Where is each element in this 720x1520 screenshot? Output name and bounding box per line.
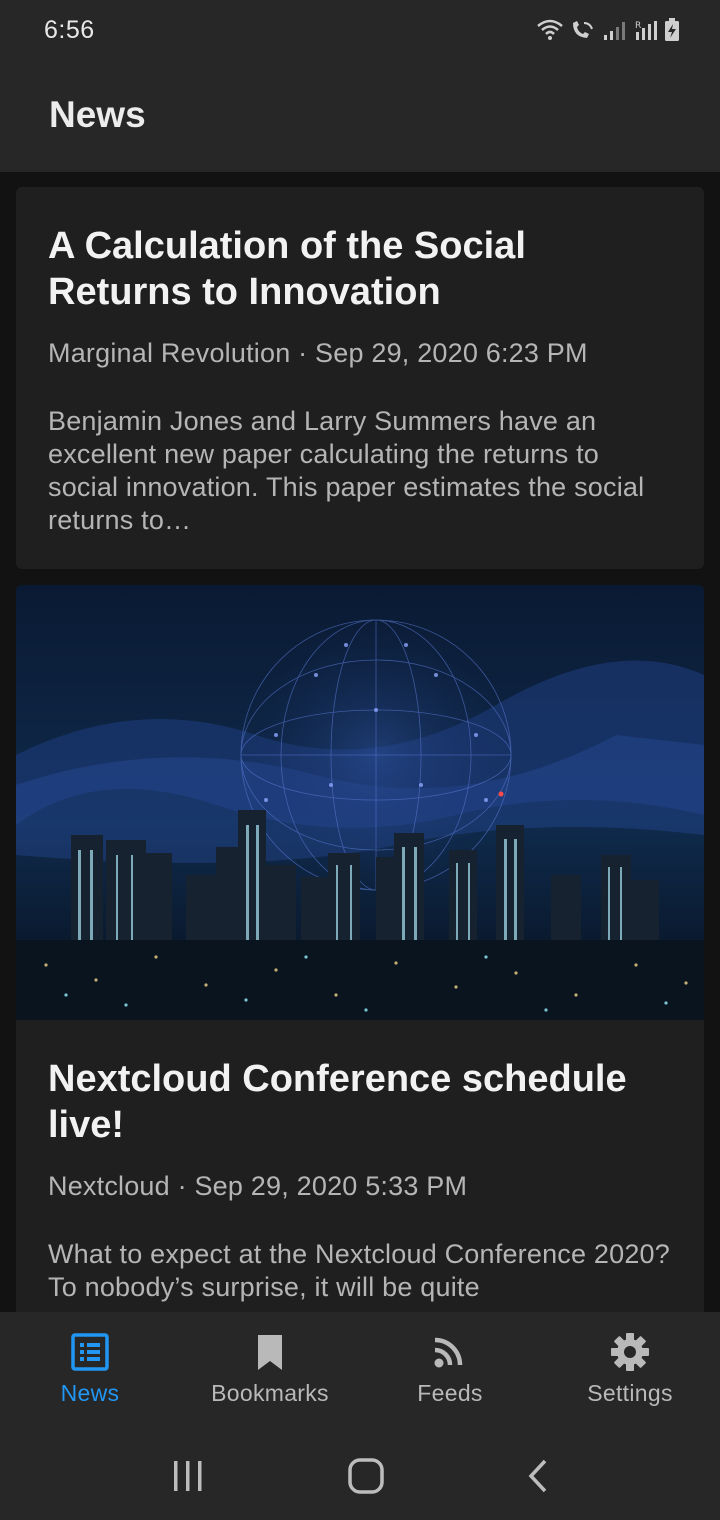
wifi-icon: [537, 19, 563, 40]
svg-text:R: R: [635, 21, 641, 31]
article-card[interactable]: Nextcloud Conference schedule live! Next…: [16, 585, 704, 1336]
signal-icon: [604, 22, 625, 40]
nav-label: Bookmarks: [211, 1380, 329, 1406]
nav-item-settings[interactable]: Settings: [540, 1312, 720, 1432]
battery-charging-icon: [665, 18, 679, 41]
article-card[interactable]: A Calculation of the Social Returns to I…: [16, 187, 704, 569]
roaming-signal-icon: R: [635, 21, 657, 40]
status-time: 6:56: [44, 15, 95, 44]
article-meta: Marginal Revolution · Sep 29, 2020 6:23 …: [48, 338, 588, 368]
article-card-body: A Calculation of the Social Returns to I…: [16, 187, 704, 569]
page-title: News: [49, 94, 146, 135]
article-title[interactable]: Nextcloud Conference schedule live!: [48, 1056, 672, 1148]
article-title[interactable]: A Calculation of the Social Returns to I…: [48, 223, 672, 315]
article-thumbnail[interactable]: [16, 585, 704, 1020]
article-summary: Benjamin Jones and Larry Summers have an…: [48, 406, 645, 535]
article-feed[interactable]: A Calculation of the Social Returns to I…: [16, 187, 704, 1352]
rss-feed-icon: [434, 1337, 463, 1368]
status-bar: 6:56 R: [0, 0, 720, 60]
back-icon[interactable]: [526, 1458, 550, 1494]
article-summary: What to expect at the Nextcloud Conferen…: [48, 1239, 670, 1302]
nav-label: Feeds: [417, 1380, 483, 1406]
gear-icon: [611, 1333, 649, 1371]
bottom-navigation: News Bookmarks Feeds Settings: [0, 1312, 720, 1432]
system-navigation-bar: [0, 1432, 720, 1520]
wifi-calling-icon: [573, 21, 593, 38]
nav-item-bookmarks[interactable]: Bookmarks: [180, 1312, 360, 1432]
nav-item-news[interactable]: News: [0, 1312, 180, 1432]
nav-item-feeds[interactable]: Feeds: [360, 1312, 540, 1432]
article-meta: Nextcloud · Sep 29, 2020 5:33 PM: [48, 1171, 468, 1201]
article-card-body: Nextcloud Conference schedule live! Next…: [16, 1020, 704, 1336]
recent-apps-icon[interactable]: [170, 1459, 206, 1493]
bookmark-icon: [258, 1335, 282, 1370]
nav-label: Settings: [587, 1380, 673, 1406]
home-icon[interactable]: [347, 1457, 385, 1495]
nav-label: News: [60, 1380, 120, 1406]
status-icons: R: [536, 18, 680, 42]
app-bar: News: [0, 60, 720, 172]
article-list-icon: [71, 1333, 109, 1371]
